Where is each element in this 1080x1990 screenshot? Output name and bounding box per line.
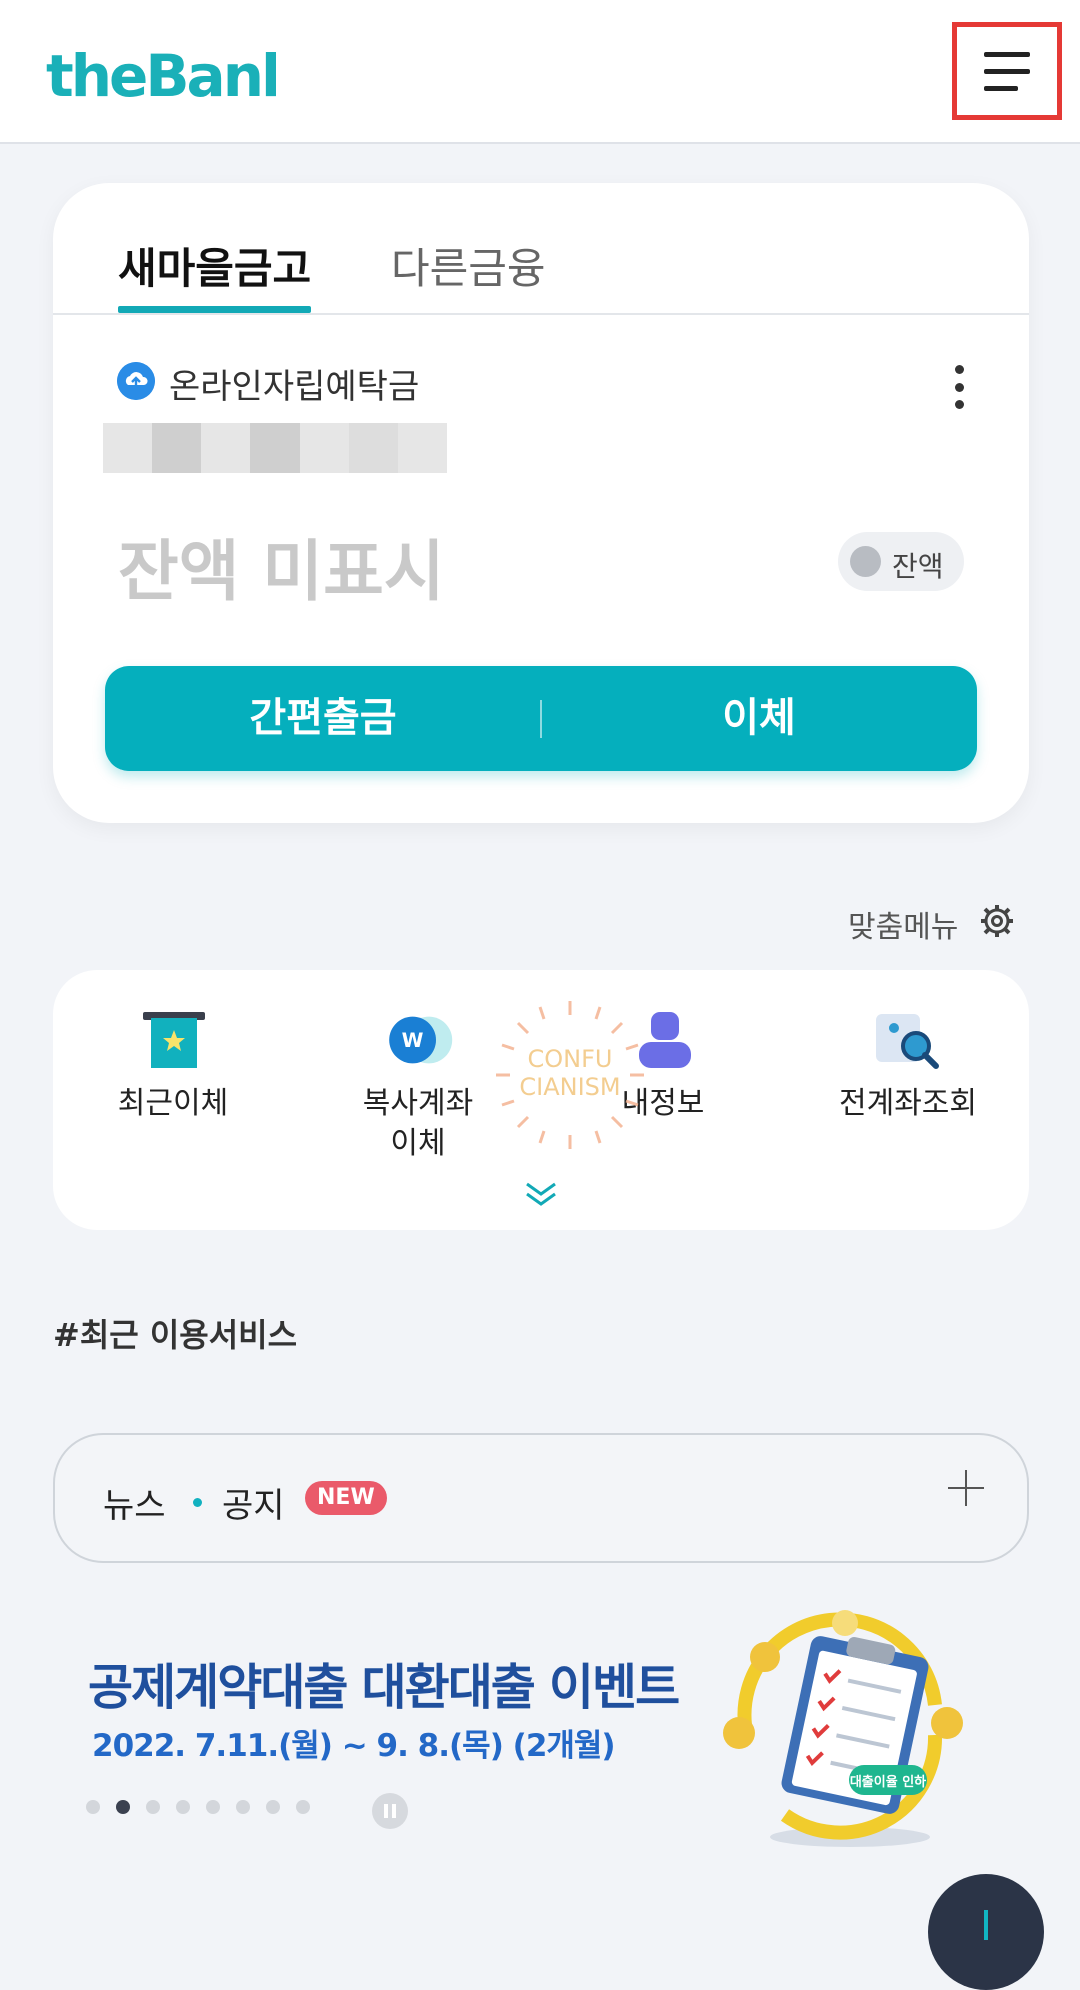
multi-account-icon: W [389,1016,453,1064]
banner-pagination [86,1800,310,1814]
quick-item-recent-transfer[interactable]: 최근이체 [73,1010,273,1124]
recent-services-title: #최근 이용서비스 [53,1316,298,1354]
page-dot[interactable] [206,1800,220,1814]
banner-title[interactable]: 공제계약대출 대환대출 이벤트 [88,1648,680,1719]
page-dot[interactable] [176,1800,190,1814]
page-dot[interactable] [296,1800,310,1814]
custom-menu-label[interactable]: 맞춤메뉴 [848,902,958,946]
new-badge: NEW [305,1481,387,1515]
more-vertical-icon[interactable] [951,365,967,409]
quick-item-multi-transfer[interactable]: W 복사계좌 이체 [318,1010,518,1164]
page-dot[interactable] [146,1800,160,1814]
page-dot[interactable] [86,1800,100,1814]
svg-text:W: W [402,1029,424,1052]
page-dot[interactable] [266,1800,280,1814]
account-number-masked [103,423,447,473]
quick-item-label: 최근이체 [117,1086,229,1121]
page-dot-active[interactable] [116,1800,130,1814]
plus-icon[interactable] [948,1470,984,1506]
account-card: 새마을금고 다른금융 온라인자립예탁금 잔액 미표시 잔액 간편출금 이체 [53,183,1029,823]
quick-item-all-accounts[interactable]: 전계좌조회 [808,1010,1008,1124]
double-chevron-down-icon[interactable] [523,1180,559,1210]
svg-text:theBank: theBank [46,42,276,110]
balance-hidden-text: 잔액 미표시 [118,533,445,610]
account-name[interactable]: 온라인자립예탁금 [169,359,419,408]
confucianism-watermark: CONFU CIANISM [496,1001,644,1149]
news-label: 뉴스 [103,1486,166,1526]
account-actions: 간편출금 이체 [105,666,977,771]
thebank-logo[interactable]: theBank [46,40,276,110]
notice-label: 공지 [222,1486,285,1526]
balance-toggle[interactable]: 잔액 [838,532,964,591]
receipt-star-icon [143,1012,205,1068]
tab-mg-bank[interactable]: 새마을금고 [118,235,311,296]
tab-other-finance[interactable]: 다른금융 [391,235,546,296]
news-notice-bar[interactable]: 뉴스 공지 NEW [53,1433,1029,1563]
hamburger-menu-icon[interactable] [952,22,1062,120]
pause-icon[interactable] [372,1793,408,1829]
separator-dot [193,1498,202,1507]
quick-withdraw-button[interactable]: 간편출금 [105,666,541,771]
svg-text:CIANISM: CIANISM [519,1073,620,1101]
page-dot[interactable] [236,1800,250,1814]
banner-subtitle: 2022. 7.11.(월) ~ 9. 8.(목) (2개월) [92,1728,616,1764]
floating-action-button[interactable] [928,1874,1044,1990]
account-search-icon [876,1014,939,1069]
loan-clipboard-illustration: 대출이율 인하 [723,1610,963,1847]
quick-item-label: 복사계좌 이체 [362,1086,474,1161]
svg-text:대출이율 인하: 대출이율 인하 [850,1774,926,1790]
cloud-upload-icon [117,362,155,400]
svg-text:CONFU: CONFU [528,1045,613,1073]
gear-icon[interactable] [980,904,1014,938]
quick-item-label: 전계좌조회 [839,1086,977,1121]
institution-tabs: 새마을금고 다른금융 [53,183,1029,315]
transfer-button[interactable]: 이체 [541,666,977,771]
app-header: theBank [0,0,1080,144]
toggle-label: 잔액 [892,550,944,583]
toggle-knob [850,546,881,577]
active-tab-indicator [118,306,311,313]
